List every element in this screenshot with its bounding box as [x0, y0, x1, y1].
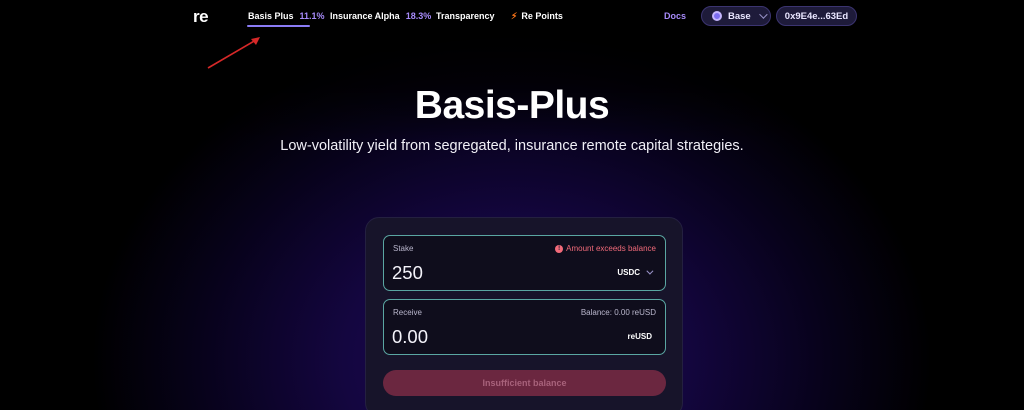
chevron-down-icon — [758, 10, 768, 19]
nav-link-transparency[interactable]: Transparency — [436, 11, 495, 21]
stake-error-text: Amount exceeds balance — [566, 244, 656, 253]
nav-link-label: Insurance Alpha — [330, 11, 400, 21]
page-title: Basis-Plus — [414, 84, 610, 127]
stake-amount-input[interactable]: 250 — [392, 262, 423, 284]
receive-field: Receive Balance: 0.00 reUSD 0.00 reUSD — [383, 299, 666, 355]
network-icon — [712, 11, 722, 21]
nav-link-re-points[interactable]: ⚡︎ Re Points — [511, 11, 563, 22]
nav-link-basis-plus[interactable]: Basis Plus 11.1% — [248, 11, 325, 21]
network-label: Base — [728, 10, 751, 22]
nav-link-label: Basis Plus — [248, 11, 294, 21]
wallet-address: 0x9E4e...63Ed — [784, 10, 849, 22]
nav-link-pct: 18.3% — [405, 11, 432, 21]
nav-link-label: Transparency — [436, 11, 495, 21]
receive-label: Receive — [393, 308, 422, 317]
receive-balance: Balance: 0.00 reUSD — [580, 308, 656, 317]
docs-link[interactable]: Docs — [664, 11, 686, 21]
stake-token-label: USDC — [617, 268, 640, 277]
nav-link-pct: 11.1% — [299, 11, 325, 21]
alert-icon: ! — [555, 244, 564, 253]
top-nav: re Basis Plus 11.1% Insurance Alpha 18.3% … — [0, 0, 1024, 32]
logo[interactable]: re — [193, 7, 209, 27]
receive-token-text: reUSD — [627, 332, 652, 341]
stake-field[interactable]: Stake ! Amount exceeds balance 250 USDC — [383, 235, 666, 291]
stake-label: Stake — [393, 244, 414, 253]
nav-link-label: Re Points — [521, 11, 563, 21]
wallet-button[interactable]: 0x9E4e...63Ed — [776, 6, 857, 26]
chevron-down-icon — [646, 267, 654, 275]
stake-card: Stake ! Amount exceeds balance 250 USDC … — [365, 217, 683, 410]
stake-token-selector[interactable]: USDC — [617, 267, 654, 277]
stake-error: ! Amount exceeds balance — [555, 244, 656, 253]
bolt-icon: ⚡︎ — [511, 11, 518, 21]
nav-link-insurance-alpha[interactable]: Insurance Alpha 18.3% — [330, 11, 431, 21]
page-subtitle: Low-volatility yield from segregated, in… — [280, 138, 744, 154]
receive-token-label: reUSD — [628, 332, 652, 341]
network-selector[interactable]: Base — [701, 6, 771, 26]
receive-amount: 0.00 — [392, 326, 429, 347]
submit-button[interactable]: Insufficient balance — [383, 370, 666, 396]
active-tab-underline — [247, 25, 310, 27]
annotation-arrow — [207, 37, 260, 69]
